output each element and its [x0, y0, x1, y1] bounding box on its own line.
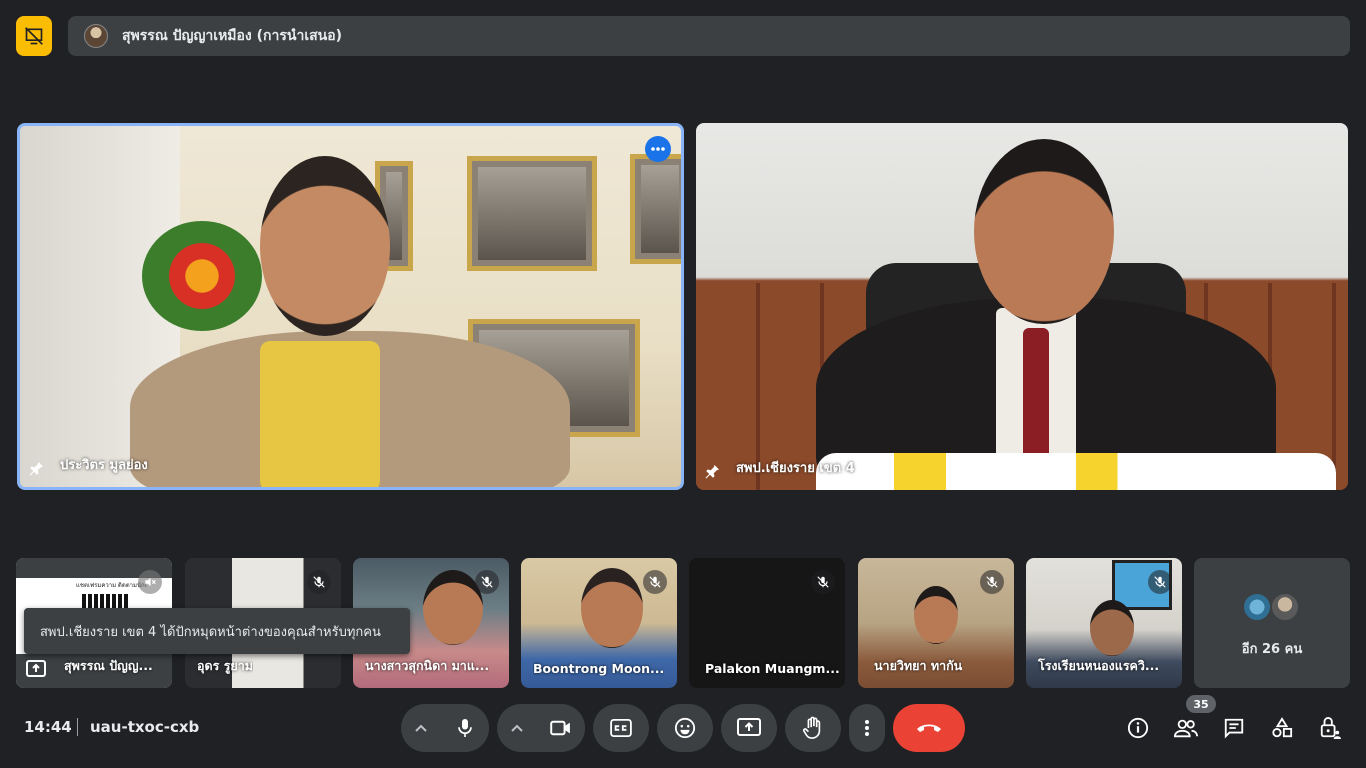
mic-off-icon [817, 576, 829, 588]
person-face [1090, 600, 1134, 656]
chat-button[interactable] [1218, 712, 1250, 744]
person-face [974, 139, 1114, 324]
more-options-button[interactable] [849, 704, 885, 752]
present-now-button[interactable] [721, 704, 777, 752]
call-end-icon [917, 724, 941, 732]
participant-tile[interactable]: นายวิทยา ทากัน [858, 558, 1014, 688]
host-controls-button[interactable] [1314, 712, 1346, 744]
camera-control-group [497, 704, 585, 752]
lock-person-icon [1320, 717, 1341, 739]
photo-frame [630, 154, 681, 264]
mic-off-icon [986, 576, 998, 588]
participant-name: นายวิทยา ทากัน [874, 658, 963, 673]
person-face [581, 568, 643, 648]
more-participants-label: อีก 26 คน [1241, 642, 1303, 657]
main-video-tile-2[interactable]: สพป.เชียงราย เขต 4 [696, 123, 1348, 490]
mute-button[interactable] [138, 570, 162, 594]
person-face [423, 570, 483, 645]
camera-icon [550, 720, 570, 736]
avatar [1270, 592, 1300, 622]
reactions-button[interactable] [657, 704, 713, 752]
mute-indicator [475, 570, 499, 594]
presenter-bar: สุพรรณ ปัญญาเหมือง (การนำเสนอ) [68, 16, 1350, 56]
activities-button[interactable] [1266, 712, 1298, 744]
participant-tile[interactable]: Boontrong Moon... [521, 558, 677, 688]
presenter-avatar [84, 24, 108, 48]
shapes-icon [1272, 717, 1293, 738]
mic-icon [458, 719, 472, 737]
participant-name: Boontrong Moon... [533, 661, 665, 676]
mic-control-group [401, 704, 489, 752]
presenting-icon[interactable] [16, 16, 52, 56]
participant-name: นางสาวสุกนิดา มาแ... [365, 658, 490, 673]
clock: 14:44 [24, 718, 72, 736]
mute-indicator [1148, 570, 1172, 594]
camera-button[interactable] [537, 704, 585, 752]
captions-icon [610, 719, 632, 737]
video-options-button[interactable] [497, 704, 537, 752]
mic-off-icon [649, 576, 661, 588]
mute-indicator [980, 570, 1004, 594]
more-participants-tile[interactable]: อีก 26 คน [1194, 558, 1350, 688]
mic-button[interactable] [441, 704, 489, 752]
qr-code [82, 594, 128, 608]
mic-off-icon [481, 576, 493, 588]
avatar [1242, 592, 1272, 622]
photo-frame [467, 156, 597, 271]
pin-icon [705, 465, 719, 479]
emoji-icon [674, 717, 696, 739]
notification-toast: สพป.เชียงราย เขต 4 ได้ปักหมุดหน้าต่างของ… [24, 608, 410, 654]
present-icon [737, 718, 761, 736]
captions-button[interactable] [593, 704, 649, 752]
main-video-tile-1[interactable]: ประวิตร มูลย่อง [17, 123, 684, 490]
meeting-code: uau-txoc-cxb [90, 718, 200, 736]
people-button[interactable] [1170, 712, 1202, 744]
presenter-name: สุพรรณ ปัญญาเหมือง (การนำเสนอ) [122, 28, 343, 44]
people-icon [1174, 719, 1198, 738]
participant-tile[interactable]: Palakon Muangm... [689, 558, 845, 688]
mute-indicator [643, 570, 667, 594]
person-shirt [260, 341, 380, 487]
mute-indicator [307, 570, 331, 594]
chevron-up-icon [511, 724, 523, 732]
participant-name: อุดร รูยาม [197, 658, 253, 673]
flower-arrangement [816, 453, 1336, 490]
raise-hand-button[interactable] [785, 704, 841, 752]
chat-icon [1224, 718, 1244, 739]
info-icon [1127, 717, 1149, 739]
hand-icon [803, 716, 821, 739]
more-options-button[interactable] [645, 136, 671, 162]
more-vert-icon [865, 720, 869, 736]
participant-name: ประวิตร มูลย่อง [60, 458, 148, 473]
flower-bouquet [142, 221, 262, 331]
divider [77, 718, 78, 736]
chevron-up-icon [415, 724, 427, 732]
participants-count-badge: 35 [1186, 695, 1216, 713]
participant-name: สพป.เชียงราย เขต 4 [736, 461, 855, 476]
speaker-muted-icon [145, 577, 156, 587]
person-face [914, 586, 958, 644]
pin-icon [29, 462, 43, 476]
mic-off-icon [1154, 576, 1166, 588]
leave-call-button[interactable] [893, 704, 965, 752]
toast-text: สพป.เชียงราย เขต 4 ได้ปักหมุดหน้าต่างของ… [40, 624, 381, 640]
mute-indicator [811, 570, 835, 594]
participant-name: โรงเรียนหนองแรควิ... [1038, 658, 1160, 673]
participant-tile[interactable]: โรงเรียนหนองแรควิ... [1026, 558, 1182, 688]
meeting-details-button[interactable] [1122, 712, 1154, 744]
mic-off-icon [313, 576, 325, 588]
screen-share-icon [26, 660, 46, 677]
audio-options-button[interactable] [401, 704, 441, 752]
participant-name: สุพรรณ ปัญญ... [64, 658, 153, 673]
person-face [260, 156, 390, 336]
participant-name: Palakon Muangm... [705, 661, 840, 676]
